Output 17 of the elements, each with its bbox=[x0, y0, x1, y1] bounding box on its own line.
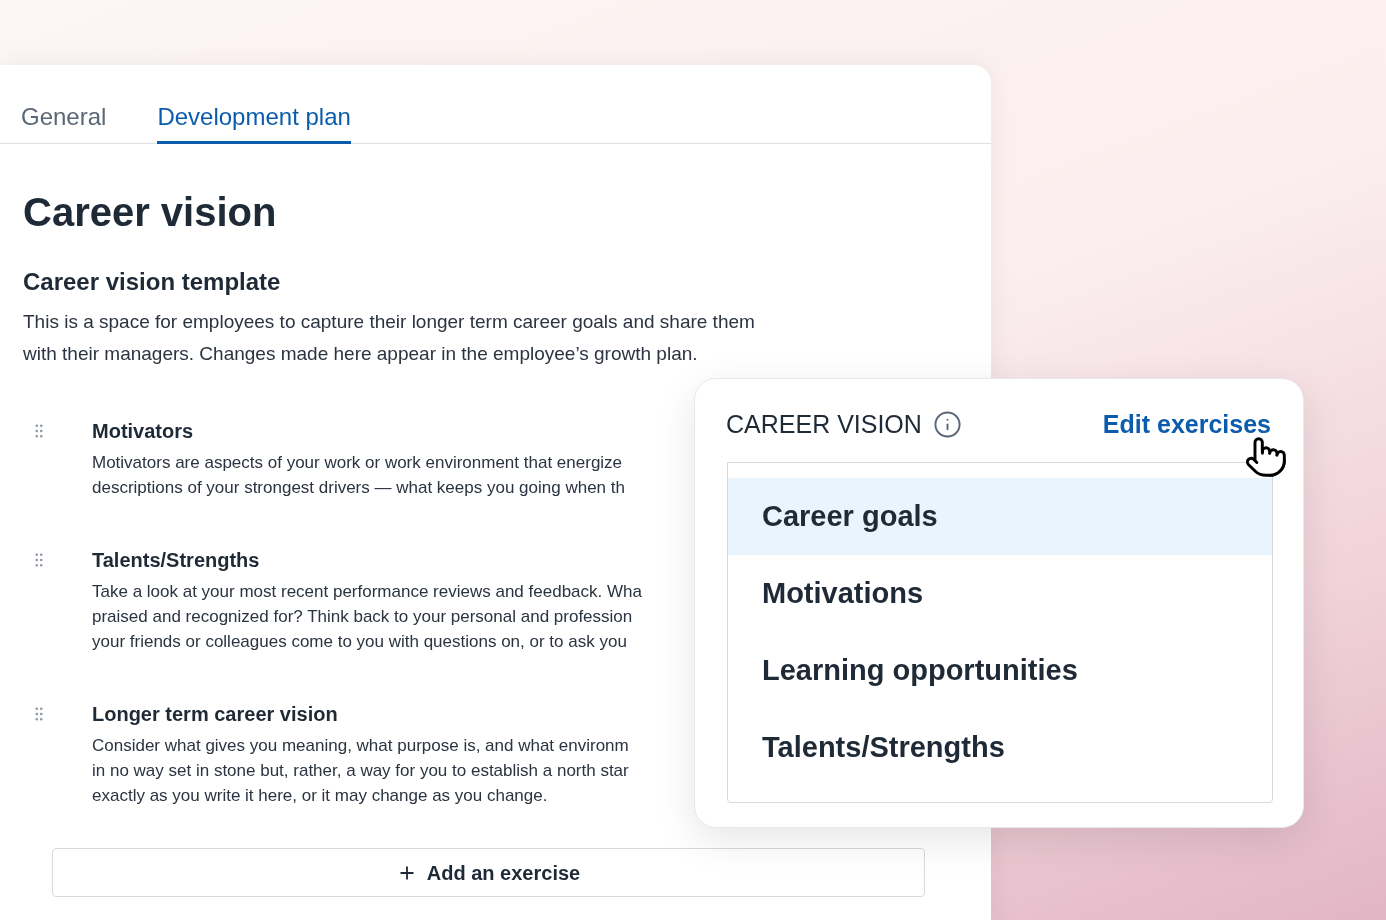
exercise-title: Motivators bbox=[92, 419, 194, 444]
exercise-description: Take a look at your most recent performance reviews and feedback. Wha praised and recognized for? Think back to your personal and profession your friends or colleagues come to you with questions on, or to ask you bbox=[92, 581, 642, 653]
add-exercise-button[interactable]: Add an exercise bbox=[52, 848, 925, 897]
section-title: Career vision template bbox=[23, 267, 281, 297]
section-description: This is a space for employees to capture their longer term career goals and share them with their managers. Changes made here appear in the employee’s growth plan. bbox=[23, 310, 756, 366]
popover-title: CAREER VISION bbox=[726, 409, 922, 439]
info-icon[interactable] bbox=[932, 409, 962, 439]
page-title: Career vision bbox=[23, 189, 277, 236]
tab[interactable]: General bbox=[21, 65, 107, 144]
exercise-description: Motivators are aspects of your work or work environment that energize descriptions of your strongest drivers — what keeps you going when th bbox=[92, 452, 625, 499]
exercise-description: Consider what gives you meaning, what purpose is, and what environm in no way set in stone but, rather, a way for you to establish a north star exactly as you write it here, or it may change as you change. bbox=[92, 735, 629, 807]
edit-exercises-link[interactable]: Edit exercises bbox=[1102, 409, 1271, 439]
hand-pointer-icon bbox=[1244, 434, 1288, 480]
exercise-title: Longer term career vision bbox=[92, 702, 338, 727]
exercise-list-item[interactable]: Career goals bbox=[728, 478, 1272, 555]
tab[interactable]: Development plan bbox=[157, 65, 351, 144]
exercise-title: Talents/Strengths bbox=[92, 548, 260, 573]
